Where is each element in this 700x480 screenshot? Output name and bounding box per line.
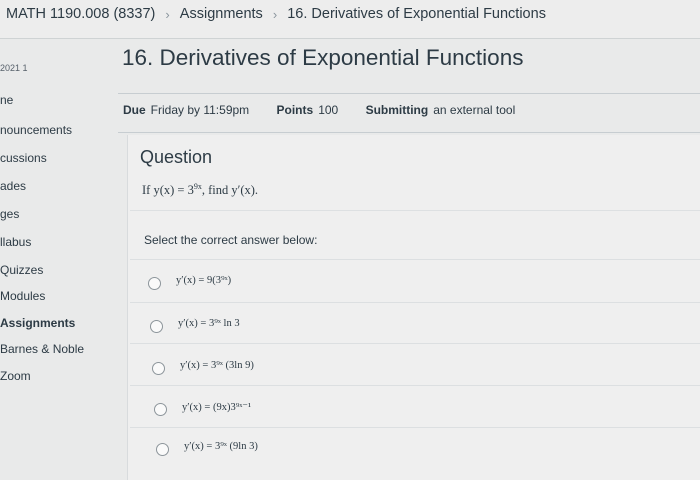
question-panel: Question If y(x) = 39x, find y′(x). Sele… [127,135,700,480]
nav-item-barnes-noble[interactable]: Barnes & Noble [0,342,84,356]
divider [118,93,700,94]
submitting-label: Submitting [365,103,429,117]
answer-option-label: y′(x) = 9(3⁹ˣ) [176,275,232,286]
answer-option-label: y′(x) = (9x)3⁹ˣ⁻¹ [182,402,252,413]
due-value: Friday by 11:59pm [150,103,250,117]
breadcrumb-current-page: 16. Derivatives of Exponential Functions [287,6,546,23]
nav-item-syllabus[interactable]: llabus [0,235,31,249]
main-content: 16. Derivatives of Exponential Functions… [112,39,700,480]
breadcrumb-course[interactable]: MATH 1190.008 (8337) [6,6,155,22]
answer-option-label: y′(x) = 3⁹ˣ ln 3 [178,318,240,329]
answer-prompt: Select the correct answer below: [144,233,318,247]
divider [118,132,700,133]
nav-item-grades[interactable]: ades [0,179,26,193]
nav-item-assignments[interactable]: Assignments [0,316,75,330]
nav-item-quizzes[interactable]: Quizzes [0,263,43,277]
radio-button[interactable] [152,362,165,375]
nav-item-announcements[interactable]: nouncements [0,123,72,137]
page-title: 16. Derivatives of Exponential Functions [122,45,524,70]
course-term: 2021 1 [0,63,28,73]
divider [130,259,700,260]
question-heading: Question [140,147,213,167]
radio-button[interactable] [154,403,167,416]
nav-item-discussions[interactable]: cussions [0,151,47,165]
divider [130,210,700,211]
radio-button[interactable] [148,277,161,290]
points-label: Points [276,103,314,117]
radio-button[interactable] [156,443,169,456]
answer-option-label: y′(x) = 3⁹ˣ (3ln 9) [180,360,254,371]
divider [130,385,700,386]
radio-button[interactable] [150,320,163,333]
breadcrumb: MATH 1190.008 (8337) › Assignments › 16.… [6,6,546,22]
answer-option-label: y′(x) = 3⁹ˣ (9ln 3) [184,441,258,452]
due-label: Due [123,103,146,117]
assignment-details: Due Friday by 11:59pm Points 100 Submittin… [123,103,539,117]
breadcrumb-assignments[interactable]: Assignments [180,6,263,22]
chevron-right-icon: › [165,6,170,22]
nav-item-home[interactable]: ne [0,93,13,107]
nav-item-modules[interactable]: Modules [0,289,45,303]
divider [130,427,700,428]
top-bar: MATH 1190.008 (8337) › Assignments › 16.… [0,0,700,39]
nav-item-zoom[interactable]: Zoom [0,369,31,383]
chevron-right-icon: › [272,6,278,22]
submitting-value: an external tool [433,103,516,117]
divider [130,343,700,344]
points-value: 100 [318,103,339,117]
nav-item-pages[interactable]: ges [0,207,19,221]
question-text: If y(x) = 39x, find y′(x). [142,182,259,198]
divider [130,302,700,303]
course-nav: 2021 1 ne nouncements cussions ades ges … [0,39,112,480]
